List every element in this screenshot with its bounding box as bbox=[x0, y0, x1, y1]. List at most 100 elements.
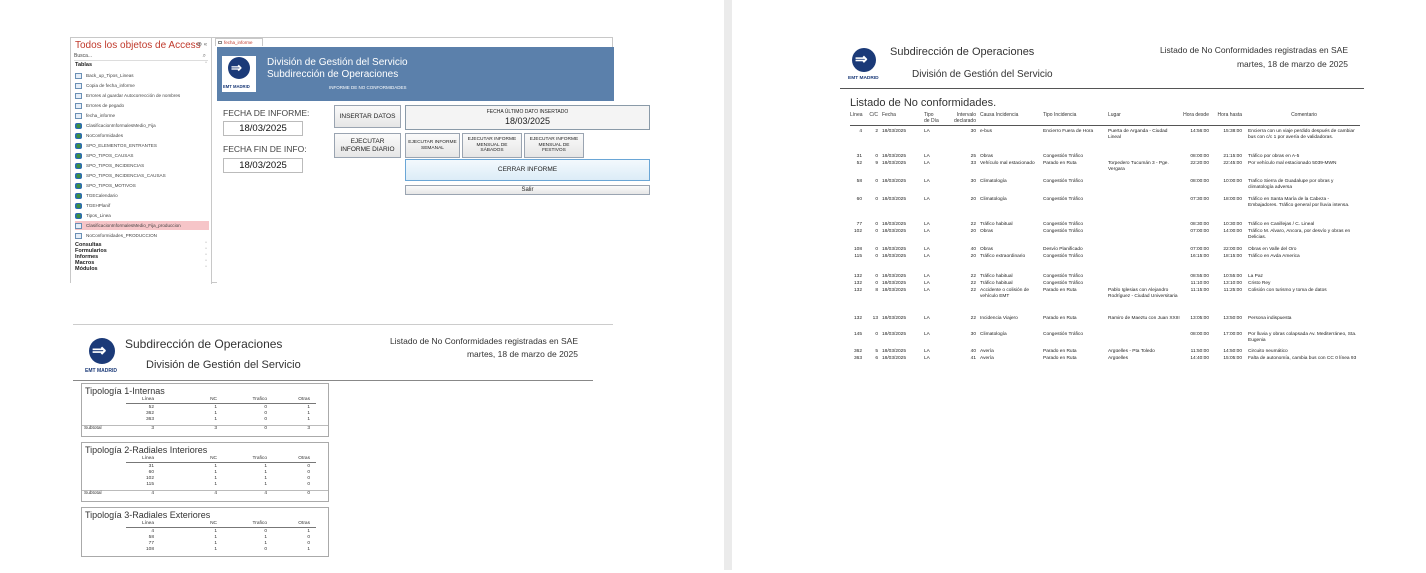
column-header: Hora hasta bbox=[1217, 112, 1242, 118]
detail-report-page: ⇒ EMT MADRID Subdirección de Operaciones… bbox=[840, 30, 1364, 400]
table-cell: Avería bbox=[980, 356, 994, 361]
logo-text: EMT MADRID bbox=[85, 368, 117, 374]
nav-search-input[interactable]: Busca... ⌕ bbox=[74, 53, 208, 61]
nav-item[interactable]: SPO_TIPOS_INCIDENCIAS_CAUSAS bbox=[75, 171, 209, 180]
table-cell: 20 bbox=[970, 197, 976, 202]
table-cell: 15:05:00 bbox=[1223, 356, 1242, 361]
table-cell: 60 bbox=[856, 197, 862, 202]
table-cell: 0 bbox=[875, 332, 878, 337]
table-cell: Vehículo mal estacionado bbox=[980, 161, 1035, 166]
table-cell: 60 bbox=[148, 470, 154, 475]
table-cell: 22:20:00 bbox=[1190, 161, 1209, 166]
nav-item-label: NoConformidades_PRODUCCION bbox=[86, 233, 157, 238]
column-header: Línea bbox=[141, 521, 154, 526]
nav-item[interactable]: TGEHPlanif bbox=[75, 201, 209, 210]
nav-item[interactable]: fecha_informe bbox=[75, 111, 209, 120]
nav-section-tablas[interactable]: Tablas ˆ bbox=[75, 62, 209, 68]
table-cell: 1 bbox=[214, 482, 217, 487]
subtotal-cell: 4 bbox=[151, 491, 154, 496]
table-cell: 0 bbox=[875, 154, 878, 159]
chevron-up-icon: ˆ bbox=[205, 62, 207, 68]
table-icon bbox=[75, 112, 82, 119]
insertar-datos-button[interactable]: INSERTAR DATOS bbox=[334, 105, 401, 128]
table-cell: 18/03/2025 bbox=[882, 222, 907, 227]
table-cell: LA bbox=[924, 254, 930, 259]
table-cell: 5 bbox=[875, 349, 878, 354]
table-cell: 8 bbox=[875, 288, 878, 293]
table-cell: 1 bbox=[214, 535, 217, 540]
nav-section-label: Módulos bbox=[75, 266, 98, 272]
nav-pane-title[interactable]: Todos los objetos de Access bbox=[75, 40, 201, 51]
nav-item[interactable]: SPO_TIPOS_INCIDENCIAS bbox=[75, 161, 209, 170]
cerrar-informe-button[interactable]: CERRAR INFORME bbox=[405, 159, 650, 181]
nav-item[interactable]: Errores de pegado bbox=[75, 101, 209, 110]
table-icon bbox=[75, 72, 82, 79]
logo-text: EMT MADRID bbox=[848, 76, 879, 81]
table-cell: Colisión con turismo y toma de datos bbox=[1248, 288, 1327, 293]
tipologia-group: Tipología 3-Radiales Exteriores Línea NC Tr… bbox=[81, 507, 329, 557]
fecha-informe-field[interactable]: 18/03/2025 bbox=[223, 121, 303, 136]
table-cell: Falta de autonomía, cambia bus con CC 0 … bbox=[1248, 356, 1357, 361]
table-cell: 18/03/2025 bbox=[882, 247, 907, 252]
report-title-1: Subdirección de Operaciones bbox=[890, 46, 1035, 58]
table-cell: 1 bbox=[264, 476, 267, 481]
table-cell: 11:50:00 bbox=[1190, 349, 1209, 354]
table-cell: LA bbox=[924, 281, 930, 286]
ejecutar-diario-button[interactable]: EJECUTAR INFORME DIARIO bbox=[334, 133, 401, 158]
table-row: 115 0 18/03/2025 LA 20 Tráfico extraordinario… bbox=[850, 254, 1360, 274]
table-cell: Parado en Ruta bbox=[1043, 288, 1077, 293]
header-rule bbox=[126, 403, 316, 404]
nav-item[interactable]: ClasificacionInformalesMedio_Fija bbox=[75, 121, 209, 130]
nav-section-modulos[interactable]: Módulos ˇ bbox=[75, 266, 209, 272]
table-cell: 22:45:00 bbox=[1223, 161, 1242, 166]
tipologia-title: Tipología 1-Internas bbox=[85, 386, 165, 396]
nav-item[interactable]: TGECalendario bbox=[75, 191, 209, 200]
table-cell: 0 bbox=[264, 405, 267, 410]
table-cell: 52 bbox=[856, 161, 862, 166]
nav-pane-controls[interactable]: ⊗ « bbox=[197, 41, 207, 48]
table-cell: Congestión Tráfico bbox=[1043, 274, 1083, 279]
column-header: Lugar bbox=[1108, 112, 1121, 118]
ejecutar-festivos-button[interactable]: EJECUTAR INFORME MENSUAL DE FESTIVOS bbox=[524, 133, 584, 158]
subtotal-cell: 3 bbox=[307, 426, 310, 431]
table-cell: 20 bbox=[970, 229, 976, 234]
table-cell: 0 bbox=[875, 254, 878, 259]
summary-groups: Tipología 1-Internas Línea NC Trafico Otras 5… bbox=[81, 383, 329, 573]
table-cell: 18:00:00 bbox=[1223, 197, 1242, 202]
table-icon bbox=[75, 82, 82, 89]
table-cell: 0 bbox=[307, 470, 310, 475]
search-icon[interactable]: ⌕ bbox=[203, 53, 206, 60]
table-cell: Congestión Tráfico bbox=[1043, 254, 1083, 259]
table-cell: e-bus bbox=[980, 129, 992, 134]
table-cell: 132 bbox=[853, 316, 862, 321]
table-icon bbox=[75, 102, 82, 109]
nav-item[interactable]: Copia de fecha_informe bbox=[75, 81, 209, 90]
ejecutar-sabados-button[interactable]: EJECUTAR INFORME MENSUAL DE SÁBADOS bbox=[462, 133, 522, 158]
table-cell: 13:05:00 bbox=[1190, 316, 1209, 321]
table-cell: 0 bbox=[264, 529, 267, 534]
table-icon bbox=[75, 232, 82, 239]
ejecutar-semanal-button[interactable]: EJECUTAR INFORME SEMANAL bbox=[405, 133, 460, 158]
form-banner: ⇒ EMT MADRID División de Gestión del Ser… bbox=[217, 47, 614, 101]
nav-item[interactable]: SPO_TIPOS_CAUSAS bbox=[75, 151, 209, 160]
table-cell: 132 bbox=[853, 274, 862, 279]
tipologia-title: Tipología 2-Radiales Interiores bbox=[85, 445, 208, 455]
table-cell: 115 bbox=[146, 482, 154, 487]
tab-fecha-informe[interactable]: fecha_informe bbox=[215, 38, 263, 46]
nav-item[interactable]: SPO_ELEMENTOS_ENTRANTES bbox=[75, 141, 209, 150]
table-cell: 1 bbox=[307, 411, 310, 416]
nav-item[interactable]: SPO_TIPOS_MOTIVOS bbox=[75, 181, 209, 190]
nav-item[interactable]: Tipos_Linea bbox=[75, 211, 209, 220]
nav-item[interactable]: Back_up_Tipos_Lineas bbox=[75, 71, 209, 80]
nav-item[interactable]: Errores al guardar Autocorrección de nom… bbox=[75, 91, 209, 100]
table-cell: 1 bbox=[307, 417, 310, 422]
nav-item[interactable]: ClasificacionInformalesMedio_Fija_produc… bbox=[75, 221, 209, 230]
linked-table-icon bbox=[75, 172, 82, 179]
table-cell: 16:15:00 bbox=[1190, 254, 1209, 259]
salir-button[interactable]: Salir bbox=[405, 185, 650, 195]
table-cell: Tráfico por obras en A-5 bbox=[1248, 154, 1300, 159]
nav-item[interactable]: NoConformidades_PRODUCCION bbox=[75, 231, 209, 240]
fecha-fin-field[interactable]: 18/03/2025 bbox=[223, 158, 303, 173]
header-rule bbox=[126, 527, 316, 528]
nav-item[interactable]: NoConformidades bbox=[75, 131, 209, 140]
